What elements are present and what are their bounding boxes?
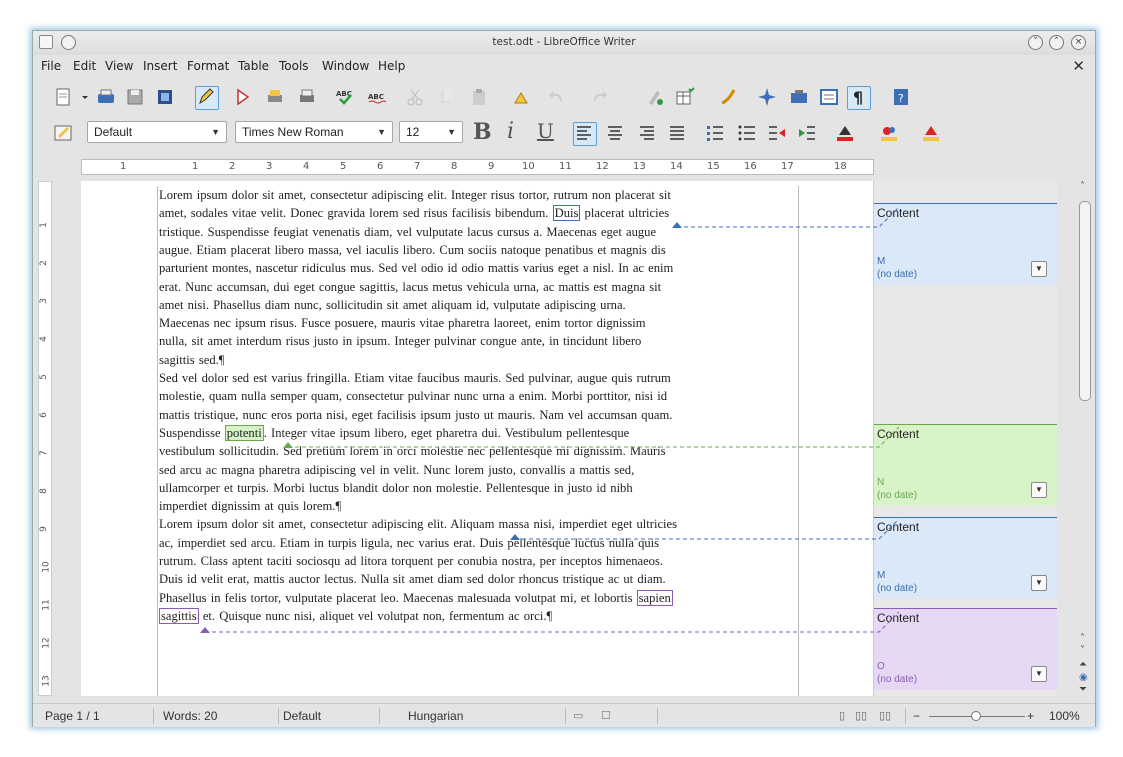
- zoom-level[interactable]: 100%: [1049, 709, 1080, 723]
- multi-page-view-icon[interactable]: ▯▯: [855, 709, 867, 722]
- cut-icon[interactable]: [405, 87, 425, 107]
- menu-insert[interactable]: Insert: [143, 59, 177, 73]
- background-color-icon[interactable]: [921, 123, 941, 143]
- connector-3: [515, 518, 900, 540]
- anchor-marker-3: [510, 534, 520, 540]
- formatting-toolbar: Default ▼ Times New Roman ▼ 12 ▼ B i U: [33, 119, 1095, 147]
- standard-toolbar: ABC ABC ¶ ?: [33, 85, 1095, 111]
- paragraph-style-select[interactable]: Default ▼: [87, 121, 227, 143]
- align-right-icon[interactable]: [637, 123, 657, 143]
- menu-tools[interactable]: Tools: [279, 59, 309, 73]
- menu-format[interactable]: Format: [187, 59, 229, 73]
- bold-button[interactable]: B: [473, 119, 492, 145]
- close-document-icon[interactable]: ✕: [1072, 57, 1085, 75]
- zoom-out-icon[interactable]: −: [913, 709, 920, 723]
- paste-icon[interactable]: [469, 87, 489, 107]
- menu-window[interactable]: Window: [322, 59, 369, 73]
- save-icon[interactable]: [125, 87, 145, 107]
- insert-mode-icon[interactable]: ▭: [573, 709, 583, 722]
- menu-edit[interactable]: Edit: [73, 59, 96, 73]
- font-color-icon[interactable]: [879, 123, 899, 143]
- formatting-marks-icon[interactable]: ¶: [847, 86, 871, 110]
- scroll-down-icon[interactable]: ˅: [1080, 645, 1085, 656]
- zoom-slider-handle[interactable]: [971, 711, 981, 721]
- vertical-ruler[interactable]: 1 2 3 4 5 6 7 8 9 10 11 12 13: [38, 181, 52, 696]
- open-icon[interactable]: [96, 87, 116, 107]
- scroll-up-icon[interactable]: ˄: [1080, 181, 1085, 192]
- maximize-button[interactable]: ˄: [1049, 35, 1064, 50]
- page-style[interactable]: Default: [283, 709, 321, 723]
- font-name-select[interactable]: Times New Roman ▼: [235, 121, 393, 143]
- close-window-button[interactable]: ×: [1071, 35, 1086, 50]
- book-view-icon[interactable]: ▯▯: [879, 709, 891, 722]
- pdf-icon[interactable]: [233, 87, 253, 107]
- gallery-icon[interactable]: [789, 87, 809, 107]
- copy-icon[interactable]: [437, 87, 457, 107]
- document-area[interactable]: Lorem ipsum dolor sit amet, consectetur …: [53, 181, 1077, 696]
- underline-button[interactable]: U: [537, 119, 554, 143]
- highlighting-icon[interactable]: [835, 123, 855, 143]
- export-pdf-icon[interactable]: [155, 87, 175, 107]
- svg-text:ABC: ABC: [368, 93, 384, 101]
- menu-help[interactable]: Help: [378, 59, 405, 73]
- menu-table[interactable]: Table: [238, 59, 269, 73]
- connector-4: [205, 611, 900, 633]
- scrollbar-thumb[interactable]: [1079, 201, 1091, 401]
- autospellcheck-icon[interactable]: ABC: [367, 87, 387, 107]
- font-size-select[interactable]: 12 ▼: [399, 121, 463, 143]
- bullets-icon[interactable]: [737, 123, 757, 143]
- align-center-icon[interactable]: [605, 123, 625, 143]
- insert-table-icon[interactable]: [675, 87, 695, 107]
- hyperlink-icon[interactable]: [645, 87, 665, 107]
- help-icon[interactable]: ?: [891, 87, 911, 107]
- align-left-icon[interactable]: [573, 122, 597, 146]
- redo-icon[interactable]: [589, 87, 609, 107]
- decrease-indent-icon[interactable]: [767, 123, 787, 143]
- justify-icon[interactable]: [667, 123, 687, 143]
- edit-mode-icon[interactable]: [195, 86, 219, 110]
- connector-1: [677, 206, 900, 228]
- minimize-button[interactable]: ˅: [1028, 35, 1043, 50]
- navigator-icon[interactable]: [757, 87, 777, 107]
- language[interactable]: Hungarian: [408, 709, 463, 723]
- styles-icon[interactable]: [53, 123, 73, 143]
- word-count[interactable]: Words: 20: [163, 709, 217, 723]
- data-sources-icon[interactable]: [819, 87, 839, 107]
- page-count[interactable]: Page 1 / 1: [45, 709, 100, 723]
- new-dropdown-icon[interactable]: [75, 87, 88, 107]
- italic-button[interactable]: i: [507, 119, 514, 144]
- vertical-scrollbar[interactable]: ˄ ˄ ˅ ⏶ ◉ ⏷: [1077, 181, 1093, 696]
- draw-functions-icon[interactable]: [719, 87, 739, 107]
- single-page-view-icon[interactable]: ▯: [839, 709, 845, 722]
- zoom-in-icon[interactable]: +: [1027, 709, 1034, 723]
- comment-connectors: [200, 206, 900, 633]
- increase-indent-icon[interactable]: [797, 123, 817, 143]
- writer-window: test.odt - LibreOffice Writer ˅ ˄ × File…: [32, 30, 1096, 727]
- title-bar: test.odt - LibreOffice Writer ˅ ˄ ×: [33, 31, 1095, 55]
- previous-page-icon[interactable]: ⏶: [1079, 659, 1087, 670]
- menu-file[interactable]: File: [41, 59, 61, 73]
- scroll-up-small-icon[interactable]: ˄: [1080, 633, 1085, 644]
- anchor-marker-4: [200, 627, 210, 633]
- page-preview-icon[interactable]: [297, 87, 317, 107]
- anchor-marker-2: [283, 442, 293, 448]
- next-page-icon[interactable]: ⏷: [1079, 684, 1087, 695]
- horizontal-ruler[interactable]: 1 1 2 3 4 5 6 7 8 9 10 11 12 13 14 15 16…: [81, 159, 874, 175]
- menu-bar: File Edit View Insert Format Table Tools…: [33, 55, 1095, 77]
- navigation-icon[interactable]: ◉: [1079, 672, 1088, 683]
- svg-text:¶: ¶: [853, 88, 863, 107]
- menu-view[interactable]: View: [105, 59, 133, 73]
- anchor-marker-1: [672, 222, 682, 228]
- svg-text:?: ?: [898, 92, 904, 105]
- selection-mode-icon[interactable]: ☐: [601, 709, 611, 722]
- spellcheck-icon[interactable]: ABC: [335, 87, 355, 107]
- status-bar: Page 1 / 1 Words: 20 Default Hungarian ▭…: [33, 703, 1095, 727]
- undo-icon[interactable]: [547, 87, 567, 107]
- connector-2: [288, 426, 900, 448]
- new-document-icon[interactable]: [53, 87, 73, 107]
- print-directly-icon[interactable]: [265, 87, 285, 107]
- clone-formatting-icon[interactable]: [511, 87, 531, 107]
- numbering-icon[interactable]: [705, 123, 725, 143]
- window-title: test.odt - LibreOffice Writer: [492, 36, 636, 48]
